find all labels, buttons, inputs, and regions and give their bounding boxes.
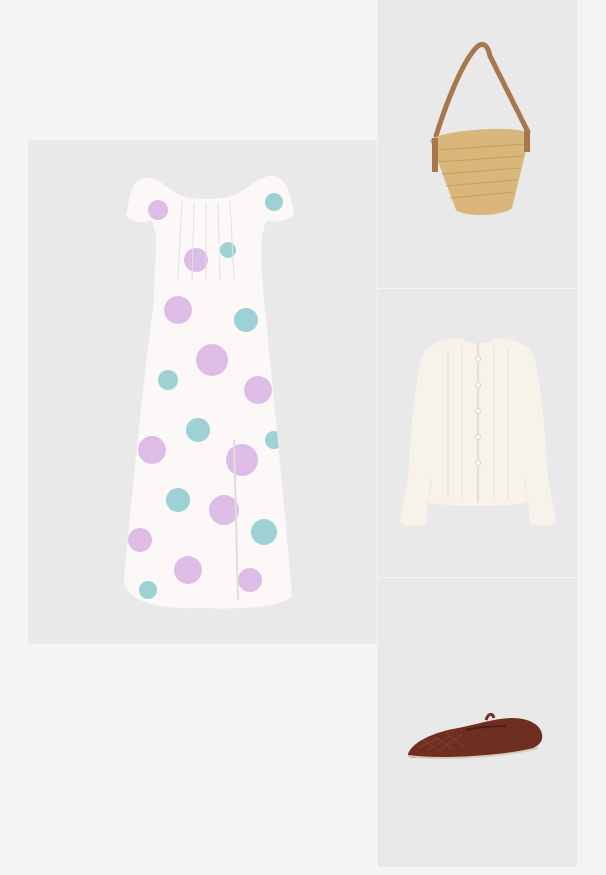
floral-dress-image xyxy=(28,140,377,644)
outfit-board: { "board": { "background": "#f4f4f4", "p… xyxy=(0,0,606,875)
cardigan-panel[interactable] xyxy=(378,289,577,577)
straw-bag-image xyxy=(378,0,577,288)
bag-panel[interactable] xyxy=(378,0,577,288)
white-cardigan-image xyxy=(378,289,577,577)
shoe-panel[interactable] xyxy=(378,578,577,867)
dress-panel[interactable] xyxy=(28,140,377,644)
brown-flat-image xyxy=(378,578,577,867)
